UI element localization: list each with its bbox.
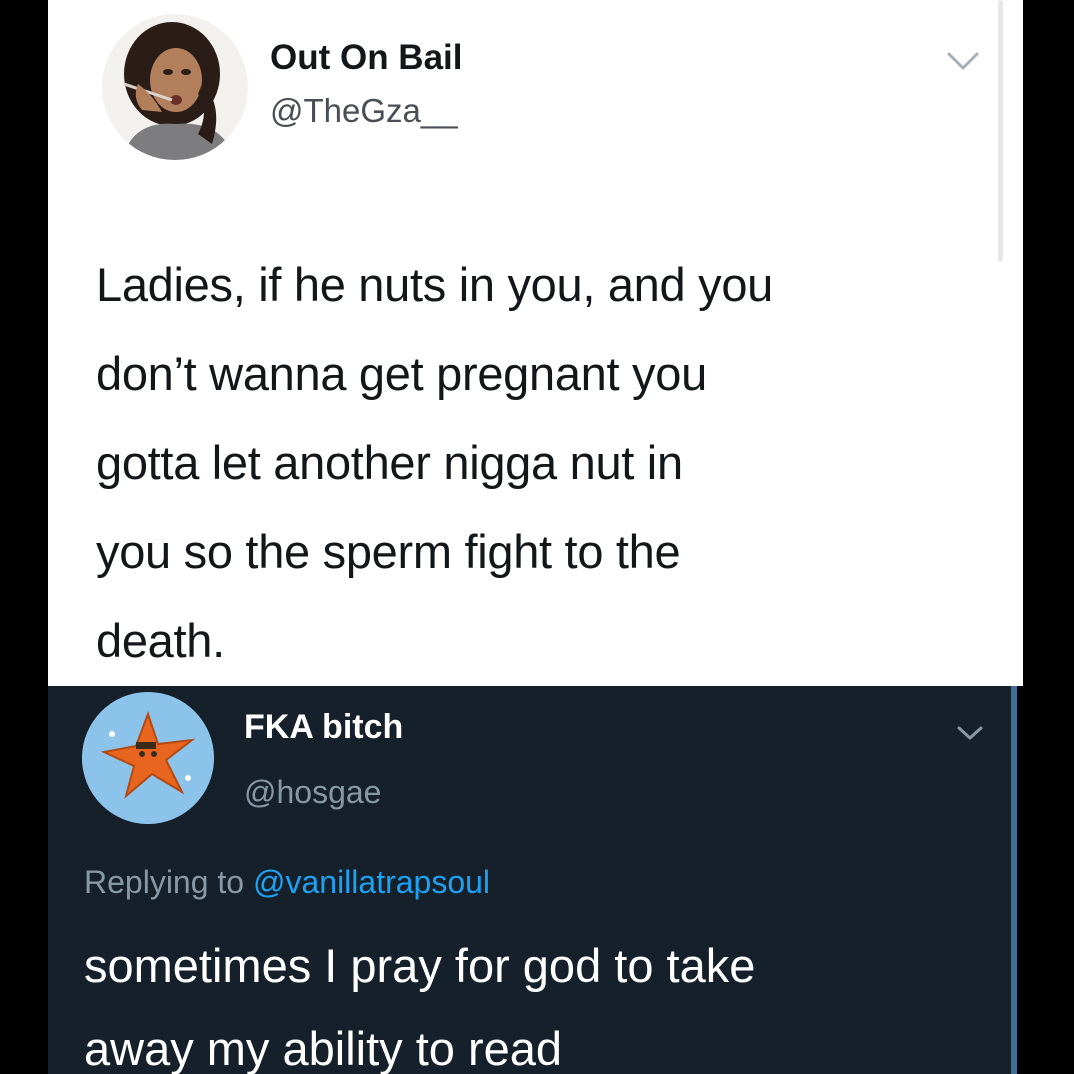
scrollbar[interactable] (998, 0, 1003, 262)
profile-photo-icon (102, 14, 248, 160)
tweet-text: Ladies, if he nuts in you, and you don’t… (96, 258, 773, 667)
replying-to-mention-link[interactable]: @vanillatrapsoul (253, 864, 490, 900)
user-handle[interactable]: @TheGza__ (270, 92, 458, 130)
chevron-down-icon[interactable] (946, 50, 980, 72)
scrollbar[interactable] (1011, 686, 1017, 1074)
tweet-text: sometimes I pray for god to take away my… (84, 939, 756, 1074)
reply-tweet-card: FKA bitch @hosgae Replying to @vanillatr… (48, 686, 1017, 1074)
display-name[interactable]: Out On Bail (270, 38, 463, 78)
avatar[interactable] (102, 14, 248, 160)
chevron-down-icon[interactable] (956, 724, 984, 742)
replying-to-label: Replying to (84, 864, 245, 900)
user-handle[interactable]: @hosgae (244, 774, 381, 811)
display-name[interactable]: FKA bitch (244, 708, 403, 747)
starfish-avatar-icon (82, 692, 214, 824)
replying-to-line: Replying to @vanillatrapsoul (84, 864, 490, 901)
original-tweet-card: Out On Bail @TheGza__ Ladies, if he nuts… (48, 0, 1023, 686)
avatar[interactable] (82, 692, 214, 824)
